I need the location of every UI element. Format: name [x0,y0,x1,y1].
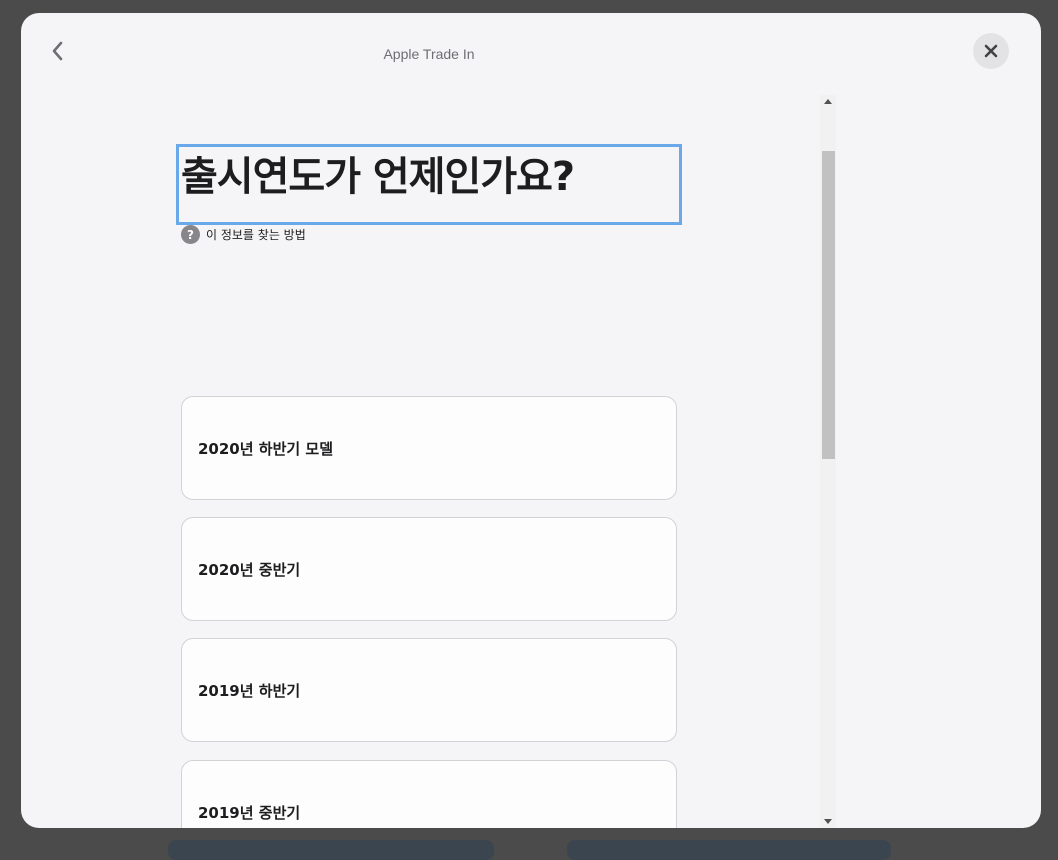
help-link-text: 이 정보를 찾는 방법 [206,228,306,242]
close-button[interactable] [973,33,1009,69]
question-mark-icon: ? [181,225,200,244]
scroll-down-arrow-icon[interactable] [824,819,832,824]
chevron-left-icon [52,41,63,61]
scrollbar-thumb[interactable] [822,151,835,459]
option-2020-mid[interactable]: 2020년 중반기 [181,517,677,621]
option-2019-second-half[interactable]: 2019년 하반기 [181,638,677,742]
close-icon [984,44,998,58]
background-strip-right [567,840,891,860]
question-heading: 출시연도가 언제인가요? [181,154,575,200]
option-2019-mid[interactable]: 2019년 중반기 [181,760,677,828]
modal-title: Apple Trade In [383,46,475,62]
scroll-up-arrow-icon[interactable] [824,99,832,104]
trade-in-modal: Apple Trade In 출시연도가 언제인가요? ? 이 정보를 찾는 방… [21,13,1041,828]
option-2020-second-half-model[interactable]: 2020년 하반기 모델 [181,396,677,500]
question-heading-box: 출시연도가 언제인가요? [176,144,682,225]
vertical-scrollbar[interactable] [820,95,836,828]
back-button[interactable] [43,37,71,65]
background-strip-left [168,840,494,860]
help-link[interactable]: ? 이 정보를 찾는 방법 [181,225,306,244]
